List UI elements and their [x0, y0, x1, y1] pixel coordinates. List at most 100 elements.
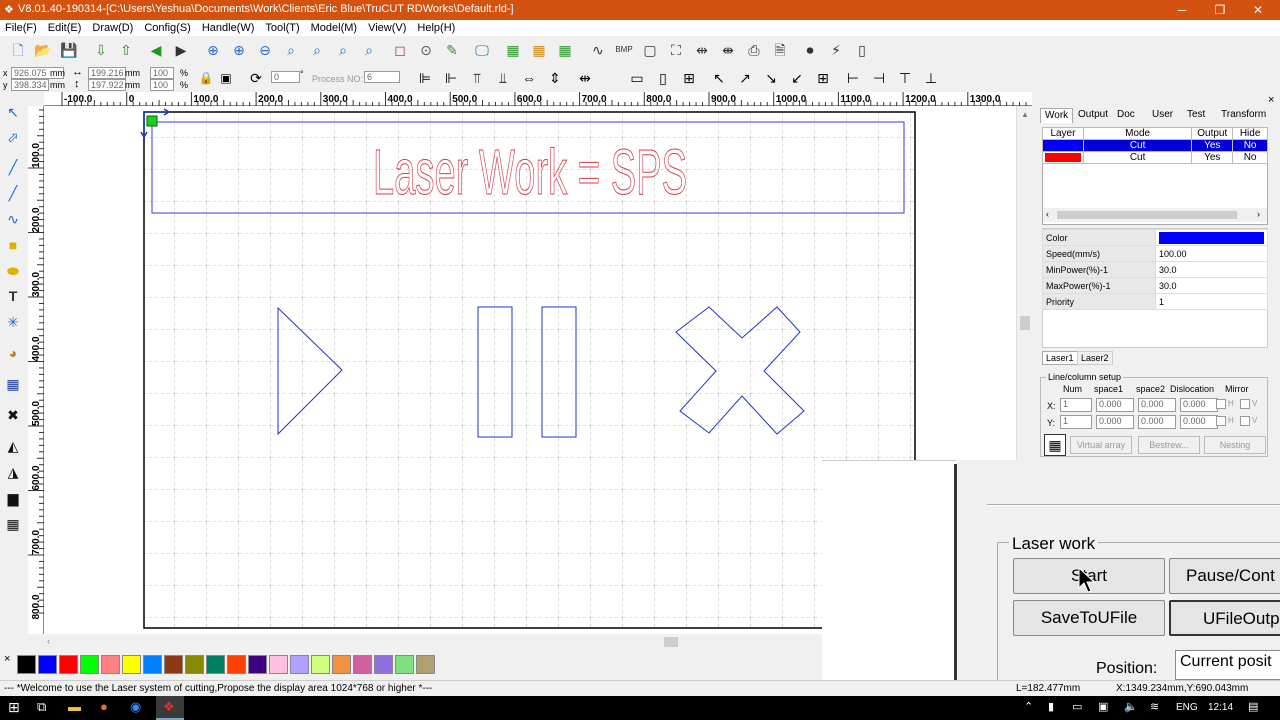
hscroll-thumb[interactable] [664, 637, 678, 647]
y-space2-field[interactable]: 0.000 [1138, 415, 1176, 429]
prop-speed-value[interactable]: 100.00 [1155, 245, 1268, 262]
array-grid-icon[interactable]: ▦ [1044, 434, 1066, 456]
menu-help[interactable]: Help(H) [412, 20, 461, 34]
page-top-icon[interactable]: ⊤ [895, 68, 915, 88]
point-tool-icon[interactable]: ✳ [3, 312, 23, 332]
palette-close-icon[interactable]: × [4, 653, 10, 665]
mirror-icon[interactable]: ▣ [216, 68, 236, 88]
layer-output[interactable]: Yes [1191, 139, 1234, 152]
scroll-up-icon[interactable]: ▲ [1021, 110, 1029, 119]
tab-work[interactable]: Work [1040, 108, 1074, 123]
zoom-all-icon[interactable]: ⌕ [359, 40, 379, 60]
zoom-page-icon[interactable]: ⌕ [307, 40, 327, 60]
layer-color-swatch[interactable] [1042, 139, 1084, 152]
ruler-icon[interactable]: ▯ [852, 40, 872, 60]
layer-scroll-left-icon[interactable]: ‹ [1046, 209, 1049, 219]
x-mirror-h-checkbox[interactable] [1216, 399, 1226, 409]
origin-handle[interactable] [146, 115, 158, 127]
color-swatch[interactable] [290, 655, 309, 674]
pen-icon[interactable]: ✎ [442, 40, 462, 60]
color-swatch[interactable] [164, 655, 183, 674]
image-tool-icon[interactable]: ▆ [3, 488, 23, 508]
same-spacing-icon[interactable]: ⇹ [575, 68, 595, 88]
monitor-icon[interactable]: 🖵 [472, 40, 492, 60]
clock[interactable]: 12:14 [1208, 702, 1233, 713]
mirror-h-icon[interactable]: ◭ [3, 436, 23, 456]
language-indicator[interactable]: ENG [1176, 702, 1198, 713]
width-field[interactable]: 199.216 [88, 67, 126, 79]
layer-mode[interactable]: Cut [1082, 139, 1193, 152]
zoom-out-icon[interactable]: ⊖ [255, 40, 275, 60]
zoom-plus-icon[interactable]: ⊕ [229, 40, 249, 60]
array-icon[interactable]: ⛶ [666, 40, 686, 60]
prop-color-value[interactable] [1155, 229, 1268, 246]
color-swatch[interactable] [38, 655, 57, 674]
align-left-icon[interactable]: ⊫ [415, 68, 435, 88]
prop-priority-value[interactable]: 1 [1155, 293, 1268, 310]
height-field[interactable]: 197.922 [88, 79, 126, 91]
task-view-icon[interactable]: ⧉ [37, 699, 46, 715]
layer-scroll-thumb[interactable] [1057, 211, 1237, 219]
node-icon[interactable]: ⊙ [416, 40, 436, 60]
undo-icon[interactable]: ◀ [146, 40, 166, 60]
y-space1-field[interactable]: 0.000 [1096, 415, 1134, 429]
layer-color-swatch[interactable] [1042, 151, 1084, 164]
delete-tool-icon[interactable]: ✖ [3, 405, 23, 425]
x-space1-field[interactable]: 0.000 [1096, 398, 1134, 412]
save-to-ufile-button[interactable]: SaveToUFile [1013, 600, 1165, 636]
zoom-window-icon[interactable]: ⌕ [281, 40, 301, 60]
battery-icon[interactable]: ▭ [1072, 700, 1082, 713]
y-mirror-v-checkbox[interactable] [1240, 416, 1250, 426]
polyline-icon[interactable]: ╱ [3, 183, 23, 203]
tray-chevron-icon[interactable]: ⌃ [1024, 700, 1033, 713]
vscroll-thumb[interactable] [1020, 316, 1030, 330]
mirror-v-icon[interactable]: ◮ [3, 462, 23, 482]
rectangle-icon[interactable]: ▢ [640, 40, 660, 60]
save-icon[interactable]: 💾 [59, 40, 79, 60]
x-mirror-v-checkbox[interactable] [1240, 399, 1250, 409]
color-swatch[interactable] [227, 655, 246, 674]
spacing-icon[interactable]: ⇼ [718, 40, 738, 60]
notifications-icon[interactable]: ▤ [1248, 700, 1258, 713]
arrange-bl-icon[interactable]: ↙ [787, 68, 807, 88]
color-swatch[interactable] [206, 655, 225, 674]
color-swatch[interactable] [80, 655, 99, 674]
tab-laser1[interactable]: Laser1 [1042, 351, 1078, 365]
ellipse-tool-icon[interactable]: ⬬ [3, 261, 23, 281]
new-file-icon[interactable]: 🗋 [8, 40, 28, 60]
page-right-icon[interactable]: ⊣ [869, 68, 889, 88]
virtual-array-button[interactable]: Virtual array [1070, 436, 1132, 454]
group-icon[interactable]: ▦ [503, 40, 523, 60]
distribute-icon[interactable]: ⇹ [692, 40, 712, 60]
color-swatch[interactable] [143, 655, 162, 674]
text-tool-icon[interactable]: T [3, 286, 23, 306]
scale-y-field[interactable]: 100 [150, 79, 174, 91]
layer-row[interactable]: Cut Yes No [1042, 139, 1268, 152]
tab-laser2[interactable]: Laser2 [1077, 351, 1113, 365]
color-swatch[interactable] [353, 655, 372, 674]
prop-minpower-value[interactable]: 30.0 [1155, 261, 1268, 278]
color-swatch[interactable] [374, 655, 393, 674]
color-swatch[interactable] [59, 655, 78, 674]
tab-test[interactable]: Test [1183, 108, 1209, 123]
curve-icon[interactable]: ∿ [588, 40, 608, 60]
layer-scroll-right-icon[interactable]: › [1257, 209, 1260, 219]
y-position-field[interactable]: 398.334 [11, 79, 49, 91]
color-swatch[interactable] [101, 655, 120, 674]
align-right-icon[interactable]: ⊩ [441, 68, 461, 88]
windows-start-icon[interactable]: ⊞ [8, 699, 20, 716]
open-folder-icon[interactable]: 📂 [33, 40, 53, 60]
rdworks-app-icon[interactable]: ❖ [163, 699, 175, 715]
network-icon[interactable]: ▣ [1098, 700, 1108, 713]
menu-model[interactable]: Model(M) [306, 20, 363, 34]
menu-file[interactable]: File(F) [0, 20, 43, 34]
restore-button[interactable]: ❐ [1200, 0, 1240, 20]
scale-x-field[interactable]: 100 [150, 67, 174, 79]
menu-tool[interactable]: Tool(T) [260, 20, 305, 34]
page-left-icon[interactable]: ⊢ [843, 68, 863, 88]
color-swatch[interactable] [269, 655, 288, 674]
pause-continue-button[interactable]: Pause/Cont [1169, 558, 1280, 594]
redo-icon[interactable]: ▶ [171, 40, 191, 60]
arrange-tr-icon[interactable]: ↗ [735, 68, 755, 88]
color-swatch[interactable] [248, 655, 267, 674]
